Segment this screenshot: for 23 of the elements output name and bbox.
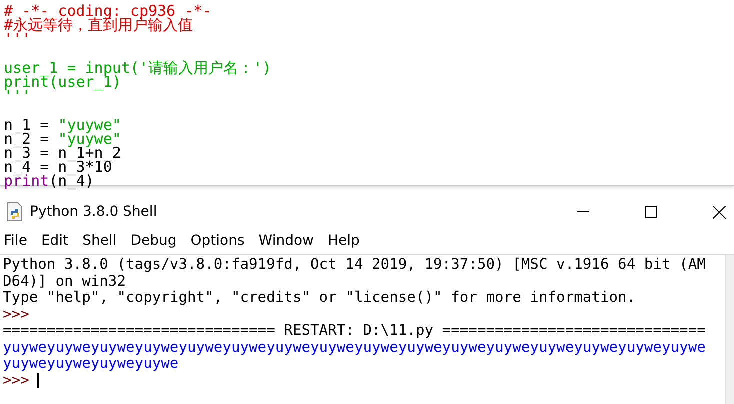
code-text: =============================== RESTART: D:\11.py ==============================: [3, 322, 706, 339]
code-string: user_1 = input('请输入用户名：'): [4, 58, 272, 77]
menu-item[interactable]: Window: [258, 233, 314, 249]
menu-item[interactable]: Edit: [41, 233, 69, 249]
code-text: Python 3.8.0 (tags/v3.8.0:fa919fd, Oct 14 2019, 19:37:50) [MSC v.1916 64 bit (AM: [3, 256, 706, 273]
shell-prompt: >>>: [3, 306, 30, 322]
python-file-icon: [6, 202, 24, 222]
menu-item[interactable]: Help: [328, 233, 360, 249]
menu-item[interactable]: Options: [190, 233, 245, 249]
code-text: D64)] on win32: [3, 272, 126, 290]
text-cursor: [37, 373, 40, 388]
window-title: Python 3.8.0 Shell: [30, 204, 158, 220]
close-icon[interactable]: [713, 206, 726, 218]
scrollbar[interactable]: [725, 255, 734, 404]
menu-item[interactable]: Debug: [130, 233, 177, 249]
menu-item[interactable]: File: [4, 233, 28, 249]
code-text: Type "help", "copyright", "credits" or "license()" for more information.: [3, 289, 636, 306]
shell-prompt: >>>: [3, 372, 30, 388]
code-string: "yuywe": [58, 116, 122, 134]
output-text: yuyweyuyweyuyweyuyweyuyweyuyweyuyweyuyweyuyweyuyweyuyweyuyweyuyweyuyweyuyweyuywe: [3, 338, 706, 356]
output-text: yuyweyuyweyuyweyuywe: [3, 355, 179, 372]
menu-item[interactable]: Shell: [82, 233, 117, 249]
maximize-icon[interactable]: [645, 206, 657, 218]
